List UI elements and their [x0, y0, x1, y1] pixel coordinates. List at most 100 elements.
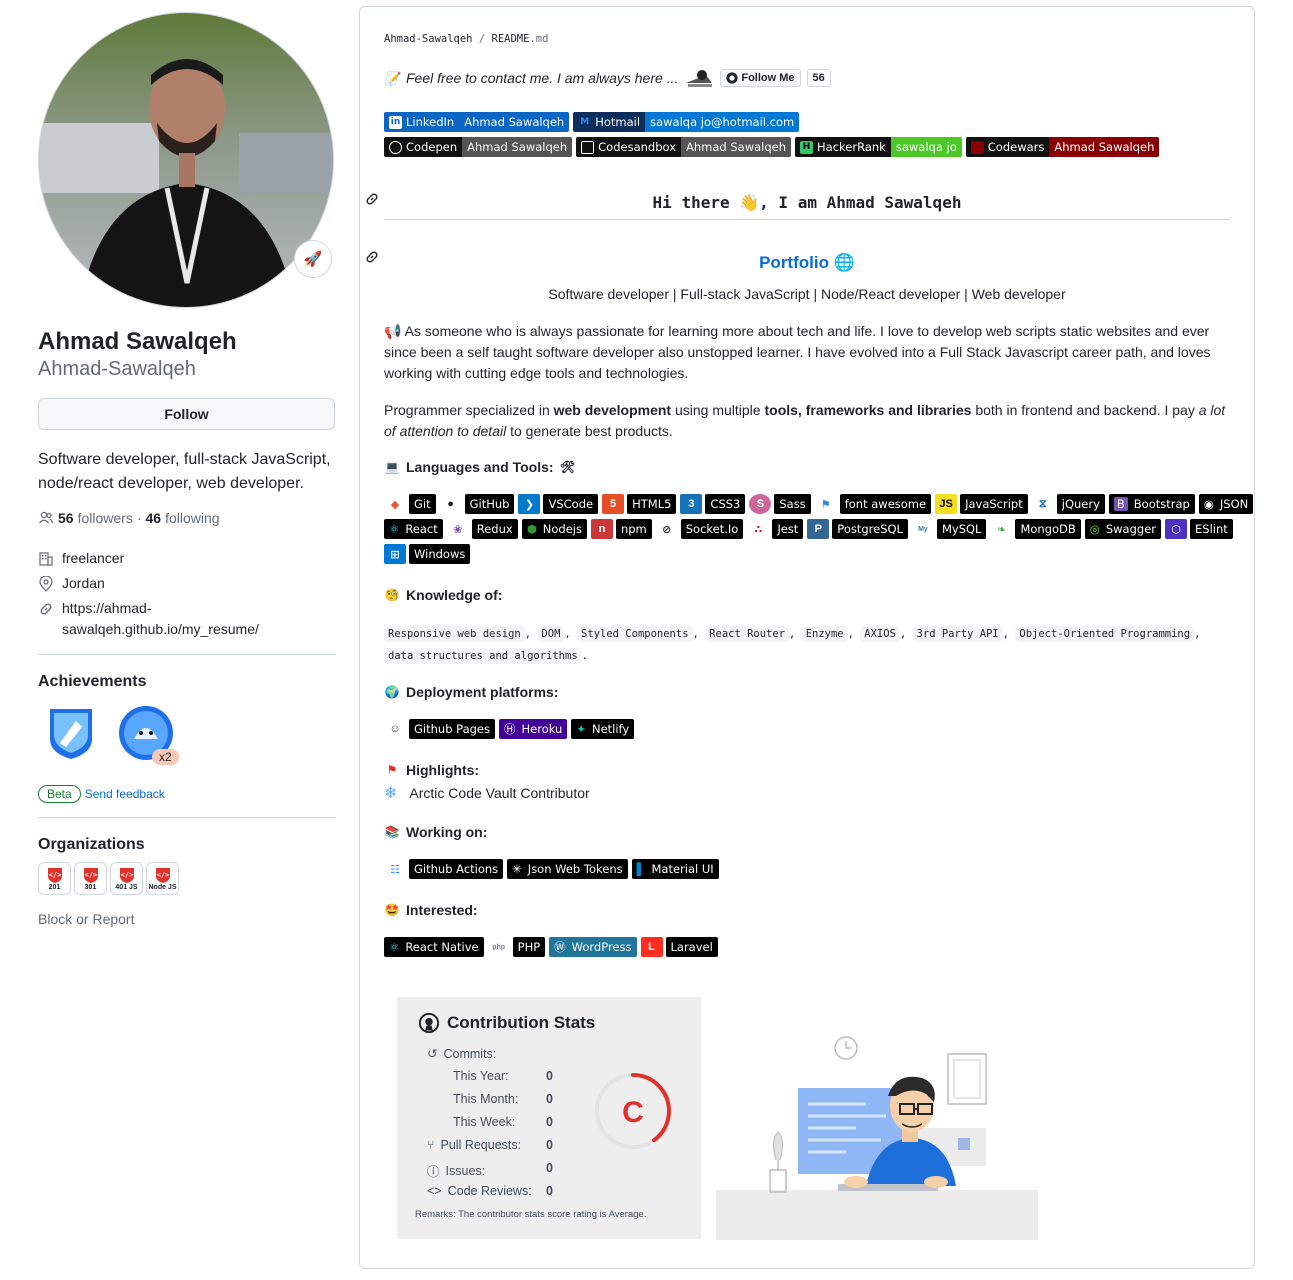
link-icon — [38, 598, 54, 619]
following-label[interactable]: following — [165, 510, 219, 526]
deployment-row: ☺ Github Pages Ⓗ Heroku ✦ Netlify — [384, 719, 635, 739]
work-material-ui[interactable]: ▌ Material UI — [631, 859, 719, 879]
follow-me-count[interactable]: 56 — [806, 69, 831, 87]
deploy-github-pages[interactable]: ☺ Github Pages — [384, 719, 495, 739]
tool-nodejs[interactable]: ⬢ Nodejs — [521, 519, 587, 539]
tool-vscode[interactable]: ❯ VSCode — [518, 494, 599, 514]
followers-count[interactable]: 56 — [58, 510, 74, 526]
deployment-title: Deployment platforms: — [406, 684, 559, 700]
tool-html5[interactable]: 5 HTML5 — [602, 494, 677, 514]
tool-jquery[interactable]: ⧖ jQuery — [1032, 494, 1105, 514]
org-301[interactable]: </> 301 — [74, 862, 107, 895]
hotmail-badge[interactable]: M Hotmail sawalqa jo@hotmail.com — [573, 112, 800, 132]
jest-icon: ∴ — [754, 523, 763, 536]
profile-details: freelancer Jordan https://ahmad-sawalqeh… — [38, 548, 336, 640]
org-label: 401 JS — [115, 884, 138, 891]
tool-javascript[interactable]: JS JavaScript — [935, 494, 1028, 514]
avatar[interactable] — [38, 12, 334, 308]
organizations-list: </> 201 </> 301 </> 401 JS </> Node JS — [38, 862, 336, 895]
deploy-heroku[interactable]: Ⓗ Heroku — [498, 719, 568, 739]
heading-anchor-link-icon[interactable] — [364, 191, 380, 207]
company-row: freelancer — [38, 548, 336, 569]
interest-rn-label: ⚛ React Native — [384, 937, 484, 957]
interest-react-native[interactable]: ⚛ React Native — [384, 937, 484, 957]
breadcrumb-user[interactable]: Ahmad-Sawalqeh — [384, 33, 473, 45]
grade-ring: C — [595, 1073, 671, 1149]
followers-label[interactable]: followers — [78, 510, 133, 526]
following-count[interactable]: 46 — [146, 510, 162, 526]
portfolio-anchor-link-icon[interactable] — [364, 249, 380, 265]
tool-redux[interactable]: ❀ Redux — [447, 519, 518, 539]
arctic-vault-badge[interactable] — [46, 705, 104, 763]
commits-label: Commits: — [443, 1046, 497, 1061]
org-401-js[interactable]: </> 401 JS — [110, 862, 143, 895]
snowflake-icon: ❄ — [384, 785, 398, 802]
tool-label: Swagger — [1105, 522, 1156, 536]
deploy-netlify[interactable]: ✦ Netlify — [571, 719, 635, 739]
tool-json[interactable]: ◉ JSON — [1198, 494, 1254, 514]
knowledge-title: Knowledge of: — [406, 587, 503, 603]
codesandbox-badge[interactable]: Codesandbox Ahmad Sawalqeh — [576, 137, 792, 157]
tool-windows[interactable]: ⊞ Windows — [384, 544, 471, 564]
code-reviews-row: <> Code Reviews: — [427, 1184, 532, 1198]
issues-label: Issues: — [445, 1163, 486, 1178]
tool-mongodb[interactable]: ❧ MongoDB — [990, 519, 1081, 539]
follow-me-button[interactable]: Follow Me — [720, 69, 801, 87]
knowledge-item: AXIOS — [860, 626, 900, 642]
tool-socketio[interactable]: ⊘ Socket.Io — [656, 519, 744, 539]
interest-wordpress[interactable]: Ⓦ WordPress — [549, 937, 637, 957]
tool-npm[interactable]: n npm — [590, 519, 652, 539]
website-line-1[interactable]: https://ahmad- — [62, 600, 152, 616]
about-text-2c: using multiple — [671, 402, 765, 418]
tool-font-awesome[interactable]: ⚑ font awesome — [815, 494, 932, 514]
highlight-item: ❄ Arctic Code Vault Contributor — [384, 783, 590, 803]
website-line-2[interactable]: sawalqeh.github.io/my_resume/ — [62, 621, 259, 637]
tool-mysql[interactable]: My MySQL — [912, 519, 987, 539]
interest-label: WordPress — [571, 940, 632, 954]
javascript-icon: JS — [935, 494, 958, 514]
codewars-icon — [970, 140, 984, 154]
tool-bootstrap[interactable]: B Bootstrap — [1108, 494, 1195, 514]
work-github-actions[interactable]: ☷ Github Actions — [384, 859, 504, 879]
status-rocket-icon[interactable]: 🚀 — [294, 240, 332, 278]
code-icon: <> — [427, 1184, 442, 1198]
breadcrumb-file[interactable]: README — [492, 33, 530, 45]
badge-value: sawalqa jo@hotmail.com — [645, 112, 800, 132]
tool-swagger[interactable]: ◎ Swagger — [1084, 519, 1161, 539]
tool-eslint[interactable]: ⬡ ESlint — [1165, 519, 1233, 539]
hackerrank-badge[interactable]: H HackerRank sawalqa jo — [795, 137, 962, 157]
tool-label: JavaScript — [960, 494, 1028, 514]
org-node-js[interactable]: </> Node JS — [146, 862, 179, 895]
tool-postgresql[interactable]: P PostgreSQL — [807, 519, 908, 539]
portfolio-link[interactable]: Portfolio 🌐 — [384, 253, 1230, 273]
portfolio-label[interactable]: Portfolio — [759, 253, 829, 272]
codesandbox-icon — [581, 140, 595, 154]
interest-laravel[interactable]: L Laravel — [640, 937, 718, 957]
contribution-stats-card: Contribution Stats ↺ Commits: This Year: … — [397, 997, 701, 1239]
tool-css3[interactable]: 3 CSS3 — [680, 494, 746, 514]
tool-label: Socket.Io — [680, 519, 744, 539]
tool-react[interactable]: ⚛ React — [384, 519, 443, 539]
deploy-netlify-label: ✦ Netlify — [571, 719, 635, 739]
website-link[interactable]: https://ahmad-sawalqeh.github.io/my_resu… — [62, 598, 259, 640]
org-201[interactable]: </> 201 — [38, 862, 71, 895]
tool-label: Jest — [772, 519, 804, 539]
interest-php[interactable]: php PHP — [488, 937, 546, 957]
tool-label: font awesome — [839, 494, 932, 514]
this-month-value: 0 — [546, 1092, 553, 1106]
pull-shark-badge[interactable]: x2 — [118, 705, 179, 765]
tool-git[interactable]: ◆ Git — [384, 494, 436, 514]
codepen-badge[interactable]: Codepen Ahmad Sawalqeh — [384, 137, 573, 157]
linkedin-badge[interactable]: in LinkedIn Ahmad Sawalqeh — [384, 112, 570, 132]
tool-jest[interactable]: ∴ Jest — [747, 519, 804, 539]
work-jwt[interactable]: ✳ Json Web Tokens — [507, 859, 628, 879]
tools-icon: 🛠 — [559, 460, 576, 474]
codewars-badge[interactable]: Codewars Ahmad Sawalqeh — [965, 137, 1160, 157]
tool-github[interactable]: ● GitHub — [440, 494, 515, 514]
block-report-link[interactable]: Block or Report — [38, 911, 336, 927]
sidebar-divider-2 — [38, 817, 336, 818]
tool-sass[interactable]: S Sass — [749, 494, 811, 514]
building-icon — [38, 548, 54, 569]
send-feedback-link[interactable]: Send feedback — [85, 787, 165, 801]
follow-button[interactable]: Follow — [38, 398, 335, 430]
